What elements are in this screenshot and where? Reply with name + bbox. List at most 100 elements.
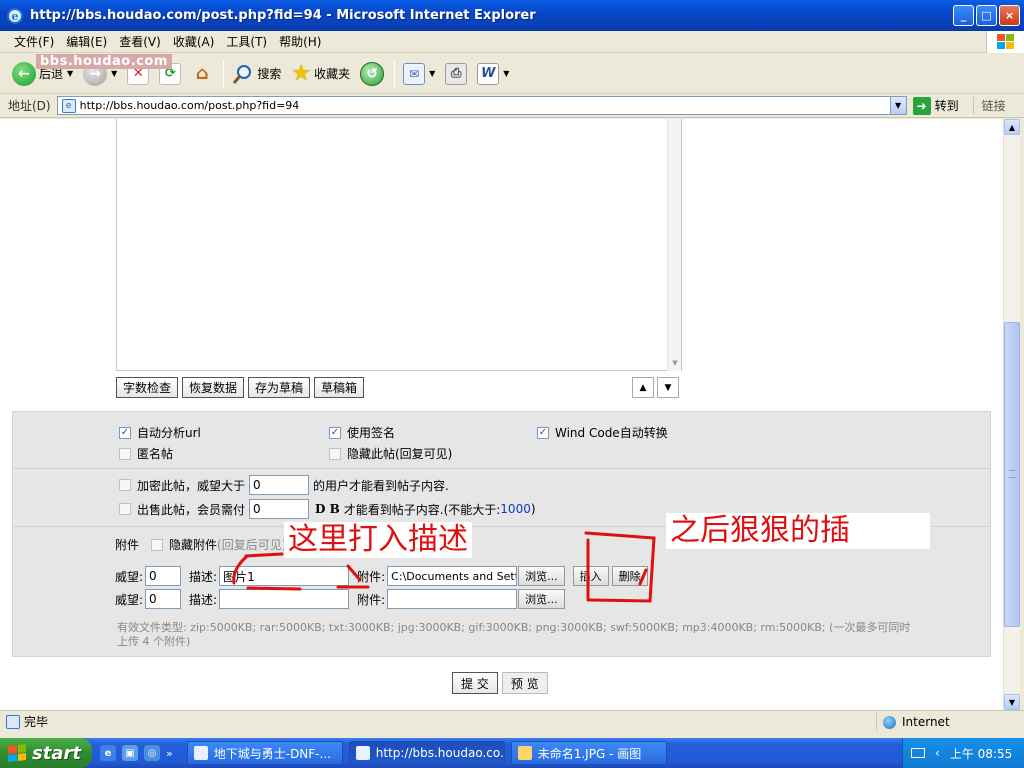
word-count-button[interactable]: 字数检查	[116, 377, 179, 398]
home-button[interactable]: ⌂	[187, 58, 217, 90]
history-button[interactable]: ↺	[356, 58, 388, 90]
mail-button[interactable]: ✉ ▼	[399, 58, 439, 90]
menu-view[interactable]: 查看(V)	[113, 33, 167, 50]
browse-button[interactable]: 浏览...	[518, 589, 565, 609]
ie-quicklaunch-icon[interactable]: e	[100, 745, 116, 761]
close-button[interactable]: ×	[999, 5, 1020, 26]
description-label: 描述:	[189, 569, 218, 584]
option-anonymous[interactable]: 匿名帖	[119, 445, 173, 462]
security-zone[interactable]: Internet	[876, 713, 950, 731]
tray-expand-icon[interactable]: ‹	[935, 746, 940, 760]
option-hide-post[interactable]: 隐藏此帖(回复可见)	[329, 445, 452, 462]
shrink-editor-button[interactable]: ▼	[657, 377, 679, 398]
description-input[interactable]	[219, 589, 350, 609]
annotation-type-description: 这里打入描述	[284, 522, 472, 558]
attachment-row: 威望: 0 描述: 图片1 附件: C:\Documents and Sett …	[115, 566, 648, 586]
restore-data-button[interactable]: 恢复数据	[182, 377, 245, 398]
chevron-up-icon[interactable]: ▲	[1004, 119, 1020, 135]
quicklaunch-more-icon[interactable]: »	[166, 747, 173, 760]
checkbox-icon[interactable]	[119, 479, 131, 491]
chevron-down-icon[interactable]: ▼	[67, 69, 73, 78]
menu-edit[interactable]: 编辑(E)	[60, 33, 113, 50]
media-quicklaunch-icon[interactable]: ◎	[144, 745, 160, 761]
menu-help[interactable]: 帮助(H)	[273, 33, 327, 50]
minimize-button[interactable]: _	[953, 5, 974, 26]
search-button[interactable]: 搜索	[228, 58, 285, 90]
option-label: 隐藏此帖(回复可见)	[347, 447, 453, 461]
search-label: 搜索	[257, 67, 282, 81]
option-wind-code[interactable]: ✓ Wind Code自动转换	[537, 424, 668, 441]
favorites-button[interactable]: ★ 收藏夹	[287, 58, 354, 90]
title-bar[interactable]: e http://bbs.houdao.com/post.php?fid=94 …	[0, 0, 1024, 31]
sell-label: 出售此帖，会员需付	[137, 502, 246, 517]
save-draft-button[interactable]: 存为草稿	[248, 377, 311, 398]
attachment-row: 威望: 0 描述: 附件: 浏览...	[115, 589, 565, 609]
option-sell: 出售此帖，会员需付 0 D B 才能看到帖子内容.(不能大于: 1000 )	[119, 499, 536, 519]
checkbox-icon[interactable]	[119, 447, 131, 460]
scrollbar-thumb[interactable]	[1004, 322, 1020, 627]
status-bar: 完毕 Internet	[0, 710, 1024, 732]
clock[interactable]: 上午 08:55	[950, 745, 1012, 762]
home-icon: ⌂	[195, 63, 209, 84]
checkbox-checked-icon[interactable]: ✓	[329, 426, 341, 439]
divider	[13, 468, 990, 469]
chevron-down-icon[interactable]: ▼	[1004, 694, 1020, 710]
toolbar-separator	[394, 59, 396, 88]
task-paint[interactable]: 未命名1.JPG - 画图	[510, 741, 667, 765]
desktop-quicklaunch-icon[interactable]: ▣	[122, 745, 138, 761]
print-button[interactable]: ⎙	[441, 58, 471, 90]
checkbox-checked-icon[interactable]: ✓	[119, 426, 131, 439]
checkbox-icon[interactable]	[151, 538, 164, 551]
go-button[interactable]: ➜ 转到	[912, 96, 959, 115]
maximize-button[interactable]: □	[976, 5, 997, 26]
address-input[interactable]: e http://bbs.houdao.com/post.php?fid=94 …	[56, 96, 907, 115]
prestige-input[interactable]: 0	[145, 566, 182, 586]
task-label: 地下城与勇士-DNF-...	[213, 746, 331, 761]
preview-button[interactable]: 预 览	[501, 672, 548, 694]
insert-button[interactable]: 插入	[572, 566, 609, 586]
menu-file[interactable]: 文件(F)	[8, 33, 60, 50]
prestige-input[interactable]: 0	[145, 589, 182, 609]
chevron-down-icon[interactable]: ▼	[429, 69, 435, 78]
menu-favorites[interactable]: 收藏(A)	[167, 33, 221, 50]
file-path-input[interactable]: C:\Documents and Sett	[387, 566, 518, 586]
address-url[interactable]: http://bbs.houdao.com/post.php?fid=94	[80, 99, 300, 112]
chevron-down-icon[interactable]: ▼	[669, 357, 681, 369]
page-scrollbar[interactable]: ▲ ▼	[1003, 119, 1020, 710]
checkbox-icon[interactable]	[329, 447, 341, 460]
checkbox-checked-icon[interactable]: ✓	[537, 426, 549, 439]
submit-button[interactable]: 提 交	[452, 672, 498, 694]
chevron-down-icon[interactable]: ▼	[503, 69, 509, 78]
task-ie[interactable]: http://bbs.houdao.co...	[348, 741, 505, 765]
drafts-button[interactable]: 草稿箱	[314, 377, 365, 398]
keyboard-icon[interactable]	[911, 748, 925, 758]
window-title: http://bbs.houdao.com/post.php?fid=94 - …	[30, 8, 536, 23]
edit-button[interactable]: W ▼	[473, 58, 513, 90]
file-label: 附件:	[357, 592, 386, 607]
page-content: ▼ 字数检查 恢复数据 存为草稿 草稿箱 ▲ ▼ ✓ 自动分析url ✓ 使用签…	[0, 119, 1003, 710]
task-label: 未命名1.JPG - 画图	[537, 746, 642, 761]
sell-price-input[interactable]: 0	[249, 499, 310, 519]
description-input[interactable]: 图片1	[219, 566, 350, 586]
post-editor-textarea[interactable]: ▼	[116, 119, 682, 371]
chevron-down-icon[interactable]: ▼	[111, 69, 117, 78]
encrypt-prestige-input[interactable]: 0	[249, 475, 310, 495]
option-label: Wind Code自动转换	[555, 426, 668, 440]
option-auto-url[interactable]: ✓ 自动分析url	[119, 424, 201, 441]
chevron-down-icon[interactable]: ▼	[889, 97, 906, 114]
globe-icon	[883, 715, 896, 729]
browse-button[interactable]: 浏览...	[518, 566, 565, 586]
start-button[interactable]: start	[0, 738, 92, 768]
sell-suffix: 才能看到帖子内容.(不能大于:	[343, 502, 501, 517]
links-button[interactable]: 链接	[972, 97, 1006, 114]
expand-editor-button[interactable]: ▲	[632, 377, 654, 398]
file-path-input[interactable]	[387, 589, 518, 609]
submit-bar: 提 交 预 览	[452, 672, 548, 694]
task-dnf[interactable]: 地下城与勇士-DNF-...	[186, 741, 343, 765]
sell-max: 1000	[500, 502, 531, 516]
delete-button[interactable]: 删除	[611, 566, 648, 586]
checkbox-icon[interactable]	[119, 503, 131, 515]
editor-scrollbar[interactable]: ▼	[667, 119, 681, 371]
menu-tools[interactable]: 工具(T)	[220, 33, 273, 50]
option-use-signature[interactable]: ✓ 使用签名	[329, 424, 395, 441]
